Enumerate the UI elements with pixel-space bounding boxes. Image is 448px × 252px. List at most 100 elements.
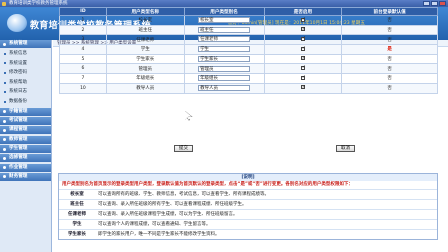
role-description: 可以查询所有的班级、学生、教师信息，考试信息，可以查看学生、所有课程成绩等。 xyxy=(98,192,269,197)
default-toggle-link[interactable]: 否 xyxy=(387,18,392,23)
sidebar-item[interactable]: 系统日志 xyxy=(0,87,51,97)
explanation-title: [说明] xyxy=(59,174,437,181)
close-button[interactable] xyxy=(439,1,446,6)
default-toggle-link[interactable]: 否 xyxy=(387,76,392,81)
row-id: 3 xyxy=(81,37,85,43)
bullet-icon xyxy=(4,52,6,55)
sidebar-item-label: 系统日志 xyxy=(9,89,27,95)
bullet-icon xyxy=(4,81,6,84)
default-toggle-link[interactable]: 否 xyxy=(387,28,392,33)
table-row: 1 校长室 校长室 否 xyxy=(59,15,438,26)
alias-input[interactable]: 学生 xyxy=(198,46,251,53)
sidebar-header-system[interactable]: 系统管理 xyxy=(0,40,51,48)
enabled-checkbox[interactable] xyxy=(300,65,306,70)
role-description-row: 任课老师 可以查询、录入所任班级课程学生成绩，可以为学生、所任班级留言。 xyxy=(59,209,437,219)
row-id: 7 xyxy=(81,75,85,81)
action-bar: 提交 取消 xyxy=(53,145,448,154)
bullet-icon xyxy=(4,62,6,65)
alias-input[interactable]: 年级组长 xyxy=(198,75,251,82)
row-id: 5 xyxy=(81,56,85,62)
default-toggle-link[interactable]: 否 xyxy=(387,57,392,62)
alias-input[interactable]: 学生家长 xyxy=(198,55,251,62)
column-header: 用户类型别名 xyxy=(183,7,265,16)
maximize-button[interactable] xyxy=(431,1,438,6)
user-type-name: 年级组长 xyxy=(136,76,155,82)
column-header: 用户类型名称 xyxy=(105,7,185,16)
user-type-name: 任课老师 xyxy=(136,37,155,43)
user-type-name: 管理员 xyxy=(138,66,152,72)
role-description: 可以查询个人的课程成绩，可以查看通知、学生留言等。 xyxy=(98,222,211,227)
user-type-name: 校长室 xyxy=(138,18,152,24)
sidebar-item-label: 数据备份 xyxy=(9,98,27,104)
bullet-icon xyxy=(4,91,6,94)
row-id: 6 xyxy=(81,66,85,72)
submit-button[interactable]: 提交 xyxy=(174,145,193,152)
role-description: 即学生的家长用户，唯一不同是学生家长不能修改学生资料。 xyxy=(98,232,220,237)
user-type-table: ID用户类型名称用户类型别名是否启用前台登录默认值 1校长室校长室否2班主任班主… xyxy=(59,7,438,94)
minimize-button[interactable] xyxy=(423,1,430,6)
table-row: 7 年级组长 年级组长 否 xyxy=(59,73,438,84)
sidebar-module-header[interactable]: 教师管理 xyxy=(0,135,51,144)
sidebar-module-header[interactable]: 财务管理 xyxy=(0,172,51,181)
column-header: ID xyxy=(59,7,107,16)
explanation-panel: [说明] 用户类型别名为首页显示的登录类型用户类型，登录默认值为首页默认的登录类… xyxy=(58,173,438,240)
sidebar-item-label: 系统设置 xyxy=(9,60,27,66)
default-toggle-link[interactable]: 否 xyxy=(387,38,392,43)
user-type-name: 学生家长 xyxy=(136,57,155,63)
role-name: 班主任 xyxy=(70,202,84,207)
sidebar-item[interactable]: 系统信息 xyxy=(0,49,51,59)
user-type-name: 班主任 xyxy=(138,28,152,34)
enabled-checkbox[interactable] xyxy=(300,17,306,22)
column-header: 前台登录默认值 xyxy=(341,7,438,16)
role-description-row: 校长室 可以查询所有的班级、学生、教师信息，考试信息，可以查看学生、所有课程成绩等… xyxy=(59,189,437,199)
sidebar-module-header[interactable]: 学生管理 xyxy=(0,145,51,154)
sidebar-item[interactable]: 系统帮助 xyxy=(0,78,51,88)
default-toggle-link[interactable]: 是 xyxy=(387,47,392,52)
alias-input[interactable]: 管理员 xyxy=(198,65,251,72)
row-id: 2 xyxy=(81,27,85,33)
default-toggle-link[interactable]: 否 xyxy=(387,86,392,91)
window-title: 教育培训类学校教务管理系统 xyxy=(9,1,68,6)
table-row: 3 任课老师 任课老师 否 xyxy=(59,34,438,46)
alias-input[interactable]: 校长室 xyxy=(198,17,251,24)
role-name: 任课老师 xyxy=(68,212,86,217)
alias-input[interactable]: 任课老师 xyxy=(198,36,251,43)
sidebar-module-header[interactable]: 考试管理 xyxy=(0,117,51,126)
school-logo-icon xyxy=(7,14,27,32)
window-titlebar: 教育培训类学校教务管理系统 xyxy=(0,0,448,7)
enabled-checkbox[interactable] xyxy=(300,27,306,32)
table-row: 6 管理员 管理员 否 xyxy=(59,63,438,75)
enabled-checkbox[interactable] xyxy=(300,75,306,80)
sidebar-item[interactable]: 数据备份 xyxy=(0,97,51,107)
enabled-checkbox[interactable] xyxy=(300,36,306,41)
role-description-row: 班主任 可以查询、录入所任班级的所有学生、可以查看课程成绩、所任班级学生。 xyxy=(59,199,437,209)
role-description: 可以查询、录入所任班级的所有学生、可以查看课程成绩、所任班级学生。 xyxy=(98,202,247,207)
app-icon xyxy=(2,1,6,6)
row-id: 1 xyxy=(81,17,85,23)
alias-input[interactable]: 教导人员 xyxy=(198,84,251,91)
sidebar-item[interactable]: 系统设置 xyxy=(0,59,51,69)
row-id: 4 xyxy=(81,46,85,52)
sidebar-module-header[interactable]: 选修管理 xyxy=(0,154,51,163)
row-id: 10 xyxy=(80,85,86,91)
enabled-checkbox[interactable] xyxy=(300,56,306,61)
cancel-button[interactable]: 取消 xyxy=(336,145,355,152)
sidebar-item-label: 修改密码 xyxy=(9,70,27,76)
bullet-icon xyxy=(4,100,6,103)
sidebar-module-header[interactable]: 学籍管理 xyxy=(0,107,51,116)
table-row: 2 班主任 班主任 否 xyxy=(59,24,438,36)
explanation-highlight: 用户类型别名为首页显示的登录类型用户类型，登录默认值为首页默认的登录类型，点击“… xyxy=(62,182,353,187)
table-row: 10 教导人员 教导人员 否 xyxy=(59,82,438,94)
sidebar-module-header[interactable]: 作业管理 xyxy=(0,163,51,172)
sidebar-item[interactable]: 修改密码 xyxy=(0,68,51,78)
enabled-checkbox[interactable] xyxy=(300,46,306,51)
sidebar-item-label: 系统信息 xyxy=(9,51,27,56)
table-row: 5 学生家长 学生家长 否 xyxy=(59,53,438,65)
default-toggle-link[interactable]: 否 xyxy=(387,67,392,72)
user-type-name: 学生 xyxy=(140,47,150,53)
sidebar-module-header[interactable]: 课程管理 xyxy=(0,126,51,135)
role-description-row: 学生家长 即学生的家长用户，唯一不同是学生家长不能修改学生资料。 xyxy=(59,229,437,239)
enabled-checkbox[interactable] xyxy=(300,85,306,90)
role-name: 学生 xyxy=(72,222,82,227)
alias-input[interactable]: 班主任 xyxy=(198,26,251,33)
